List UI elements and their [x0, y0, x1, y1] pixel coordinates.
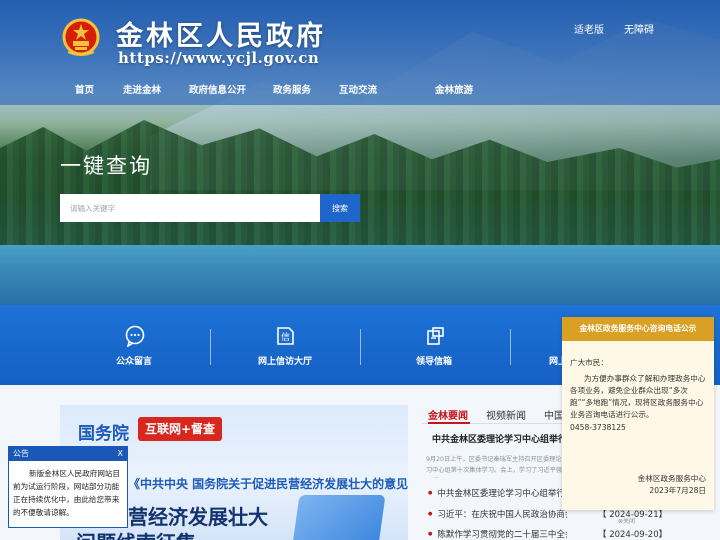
news-summary: 9月20日上午，区委书记秦瑞军主持召开区委理论学习中心组第十次集体学习。会上，学… — [426, 456, 568, 474]
tab-china-news[interactable]: 中国 — [544, 407, 564, 422]
news-title: 陈默作学习贯彻党的二十届三中全会… — [437, 530, 567, 540]
nav-item-gov-info[interactable]: 政府信息公开 — [189, 82, 246, 96]
service-petition-hall[interactable]: 信 网上信访大厅 — [245, 305, 325, 385]
divider — [360, 329, 361, 365]
news-tabs: 金林要闻 视频新闻 中国 — [422, 405, 572, 423]
banner-subtitle: 《中共中央 国务院关于促进民营经济发展壮大的意见》 — [128, 477, 408, 491]
notice-title: 公告 — [9, 447, 127, 461]
national-emblem-icon — [62, 18, 100, 56]
tab-video-news[interactable]: 视频新闻 — [486, 407, 526, 422]
search-button[interactable]: 搜索 — [320, 194, 360, 222]
popup-title: 金林区政务服务中心咨询电话公示 — [562, 317, 714, 341]
divider — [510, 329, 511, 365]
news-headline[interactable]: 中共金林区委理论学习中心组举行 — [432, 432, 572, 445]
main-nav: 首页 走进金林 政府信息公开 政务服务 互动交流 金林旅游 — [0, 78, 720, 100]
chat-bubble-icon — [125, 325, 145, 347]
news-list-item[interactable]: 习近平：在庆祝中国人民政治协商会… — [428, 508, 567, 520]
news-date: 【 2024-09-20】 — [598, 530, 668, 540]
tab-jinlin-news[interactable]: 金林要闻 — [428, 407, 468, 422]
popup-signature-org: 金林区政务服务中心 — [637, 474, 706, 483]
hotline-popup: 金林区政务服务中心咨询电话公示 广大市民： 为方便办事群众了解和办理政务中心各项… — [562, 317, 714, 510]
svg-text:信: 信 — [281, 331, 290, 343]
site-name[interactable]: 金林区人民政府 — [116, 14, 326, 53]
nav-item-interaction[interactable]: 互动交流 — [339, 82, 377, 96]
mailbox-icon — [427, 327, 444, 345]
popup-signature-date: 2023年7月28日 — [649, 486, 706, 495]
service-label: 网上信访大厅 — [258, 357, 313, 367]
notice-text: 新版金林区人民政府网站目前为试运行阶段，网站部分功能正在持续优化中，由此给您带来… — [13, 469, 121, 517]
popup-greeting: 广大市民： — [570, 358, 608, 367]
nav-item-tourism[interactable]: 金林旅游 — [435, 82, 473, 96]
banner-decoration — [292, 495, 386, 540]
news-title: 中共金林区委理论学习中心组举行… — [437, 489, 568, 499]
active-tab-indicator — [428, 422, 470, 424]
popup-close-button[interactable]: ⊗关闭 — [618, 516, 635, 525]
elderly-mode-link[interactable]: 适老版 — [574, 21, 604, 36]
nav-item-about[interactable]: 走进金林 — [123, 82, 161, 96]
service-label: 公众留言 — [116, 357, 153, 367]
accessibility-link[interactable]: 无障碍 — [624, 21, 654, 36]
popup-phone: 0458-3738125 — [570, 423, 626, 432]
divider — [210, 329, 211, 365]
banner-headline-2: 问题线索征集 — [76, 527, 196, 540]
search-title: 一键查询 — [60, 154, 152, 178]
service-leader-mailbox[interactable]: 领导信箱 — [395, 305, 475, 385]
news-list-item[interactable]: 中共金林区委理论学习中心组举行… — [428, 487, 567, 499]
site-url[interactable]: https://www.ycjl.gov.cn — [118, 49, 319, 67]
service-label: 领导信箱 — [416, 357, 453, 367]
popup-signature: 金林区政务服务中心 2023年7月28日 — [638, 473, 706, 497]
nav-item-services[interactable]: 政务服务 — [273, 82, 311, 96]
banner-headline: 营经济发展壮大 — [128, 505, 268, 529]
news-list-item[interactable]: 陈默作学习贯彻党的二十届三中全会… — [428, 528, 567, 540]
letter-icon: 信 — [277, 327, 294, 345]
notice-popup: 公告 X 新版金林区人民政府网站目前为试运行阶段，网站部分功能正在持续优化中，由… — [8, 446, 128, 528]
popup-text: 为方便办事群众了解和办理政务中心各项业务，避免企业群众出现“多次跑”“多地跑”情… — [570, 374, 706, 419]
banner-org: 国务院 — [78, 424, 129, 444]
banner-tag: 互联网+督查 — [138, 417, 222, 441]
news-title: 习近平：在庆祝中国人民政治协商会… — [437, 510, 567, 520]
nav-item-home[interactable]: 首页 — [75, 82, 94, 96]
service-public-message[interactable]: 公众留言 — [95, 305, 175, 385]
search-input[interactable] — [60, 194, 320, 222]
popup-body: 广大市民： 为方便办事群众了解和办理政务中心各项业务，避免企业群众出现“多次跑”… — [570, 357, 708, 434]
notice-close-button[interactable]: X — [118, 447, 123, 461]
lake-scenery — [0, 245, 720, 305]
